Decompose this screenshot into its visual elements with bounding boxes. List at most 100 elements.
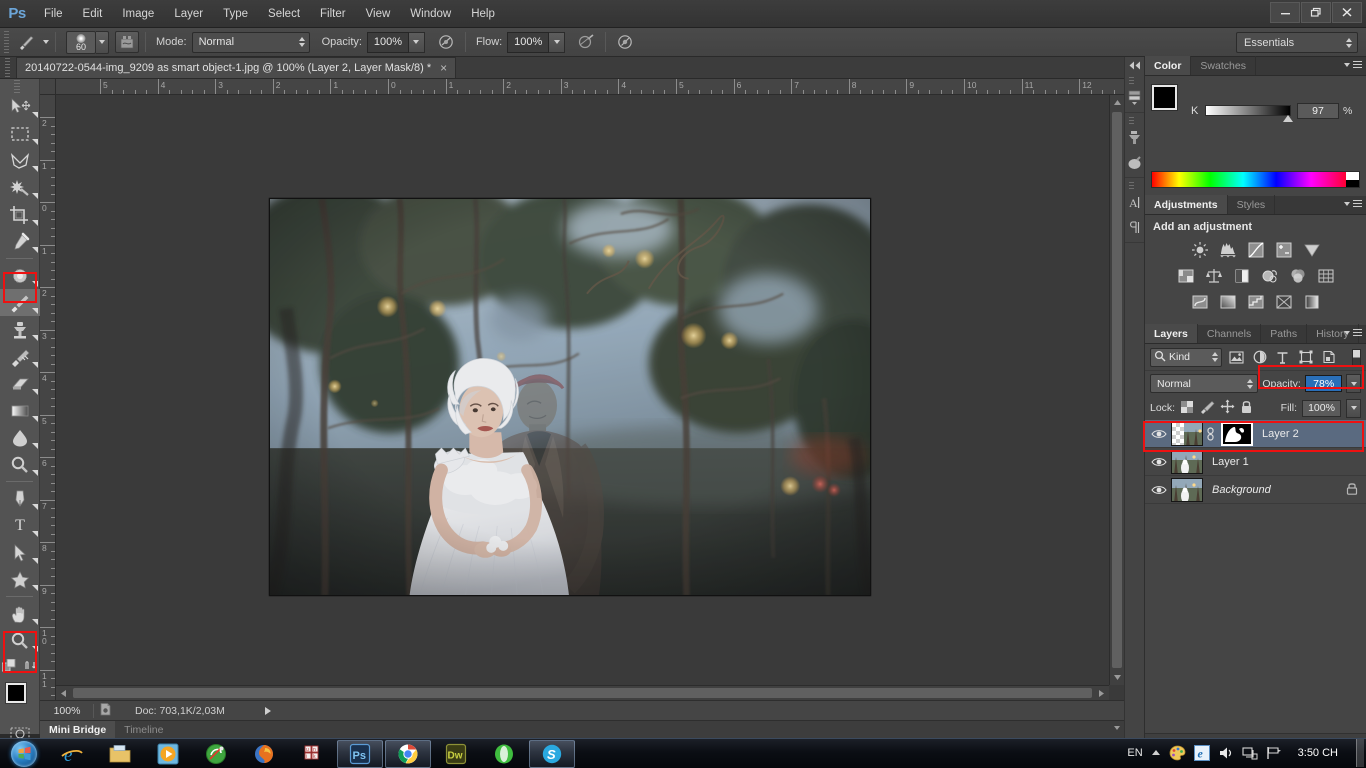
- table-row[interactable]: Layer 2: [1145, 420, 1366, 448]
- taskbar-windows-explorer[interactable]: [97, 740, 143, 768]
- foreground-color-swatch[interactable]: [6, 683, 26, 703]
- menu-file[interactable]: File: [34, 4, 73, 24]
- channel-mixer-icon[interactable]: [1287, 265, 1308, 286]
- dodge-tool[interactable]: [0, 451, 40, 478]
- gradient-tool[interactable]: [0, 397, 40, 424]
- layer-mask-link-icon[interactable]: [1205, 426, 1215, 441]
- layer-name[interactable]: Layer 1: [1212, 456, 1249, 468]
- spot-healing-tool[interactable]: [0, 262, 40, 289]
- language-indicator[interactable]: EN: [1127, 747, 1142, 759]
- palette-icon[interactable]: [1169, 745, 1186, 761]
- taskbar-unikey[interactable]: [193, 740, 239, 768]
- layer-visibility-icon[interactable]: [1147, 484, 1171, 496]
- bottom-panel-chevron-down-icon[interactable]: [1114, 726, 1120, 730]
- layer-name[interactable]: Background: [1212, 484, 1271, 496]
- workspace-select[interactable]: Essentials: [1236, 32, 1358, 53]
- crop-tool[interactable]: [0, 201, 40, 228]
- dock-grip[interactable]: [1125, 115, 1144, 125]
- dock-grip[interactable]: [1125, 180, 1144, 190]
- ie-tray-icon[interactable]: e: [1193, 745, 1210, 761]
- hue-saturation-icon[interactable]: [1175, 265, 1196, 286]
- taskbar-internet-explorer[interactable]: e: [49, 740, 95, 768]
- show-desktop-button[interactable]: [1356, 739, 1364, 767]
- menu-help[interactable]: Help: [461, 4, 505, 24]
- character-panel-icon[interactable]: A: [1125, 190, 1144, 215]
- action-center-icon[interactable]: [1266, 746, 1282, 760]
- layer-fill-chevron-down-icon[interactable]: [1346, 398, 1361, 418]
- pixel-filter-icon[interactable]: [1228, 348, 1245, 367]
- filter-toggle-icon[interactable]: [1352, 348, 1361, 366]
- paragraph-panel-icon[interactable]: [1125, 215, 1144, 240]
- menu-select[interactable]: Select: [258, 4, 310, 24]
- scroll-up-icon[interactable]: [1110, 95, 1125, 110]
- selective-color-icon[interactable]: [1301, 291, 1322, 312]
- menu-image[interactable]: Image: [112, 4, 164, 24]
- black-white-icon[interactable]: [1231, 265, 1252, 286]
- tab-swatches[interactable]: Swatches: [1191, 56, 1256, 75]
- type-tool[interactable]: T: [0, 512, 40, 539]
- horizontal-scroll-thumb[interactable]: [73, 688, 1092, 698]
- lock-all-icon[interactable]: [1240, 399, 1253, 417]
- color-lookup-icon[interactable]: [1315, 265, 1336, 286]
- table-row[interactable]: Background: [1145, 476, 1366, 504]
- quick-selection-tool[interactable]: [0, 174, 40, 201]
- exposure-icon[interactable]: [1273, 239, 1294, 260]
- brightness-contrast-icon[interactable]: [1189, 239, 1210, 260]
- brush-preset-picker-chevron-down-icon[interactable]: [96, 30, 109, 54]
- document-tab[interactable]: 20140722-0544-img_9209 as smart object-1…: [16, 57, 457, 78]
- layer-thumbnail[interactable]: [1171, 449, 1203, 474]
- dock-grip[interactable]: [1125, 75, 1144, 85]
- posterize-icon[interactable]: [1217, 291, 1238, 312]
- start-button[interactable]: [0, 739, 48, 768]
- color-panel-menu-icon[interactable]: [1344, 61, 1362, 68]
- minimize-button[interactable]: [1270, 2, 1300, 23]
- eyedropper-tool[interactable]: [0, 228, 40, 255]
- lock-image-icon[interactable]: [1199, 400, 1215, 417]
- layer-thumbnail[interactable]: [1171, 421, 1203, 446]
- options-bar-grip[interactable]: [2, 31, 10, 53]
- tab-channels[interactable]: Channels: [1198, 324, 1262, 343]
- clock[interactable]: 3:50 CH: [1290, 747, 1346, 759]
- clone-source-panel-icon[interactable]: [1125, 125, 1144, 150]
- brush-preset-chevron-down-icon[interactable]: [43, 40, 49, 44]
- adjustments-panel-menu-icon[interactable]: [1344, 200, 1362, 207]
- layer-filter-kind-select[interactable]: Kind: [1150, 347, 1222, 367]
- volume-icon[interactable]: [1218, 746, 1234, 760]
- flow-input[interactable]: 100%: [507, 31, 550, 53]
- lock-position-icon[interactable]: [1220, 399, 1235, 417]
- layer-visibility-icon[interactable]: [1147, 428, 1171, 440]
- k-channel-input[interactable]: 97: [1297, 103, 1339, 119]
- smart-object-filter-icon[interactable]: [1320, 348, 1337, 367]
- taskbar-opera[interactable]: [481, 740, 527, 768]
- black-white-strip[interactable]: [1346, 172, 1359, 187]
- flow-chevron-down-icon[interactable]: [549, 31, 566, 53]
- photo-filter-icon[interactable]: [1259, 265, 1280, 286]
- status-options-arrow-icon[interactable]: [264, 706, 271, 715]
- vertical-ruler[interactable]: 21012345678910111213: [40, 95, 56, 700]
- menu-window[interactable]: Window: [400, 4, 461, 24]
- layer-mask-thumbnail[interactable]: [1221, 421, 1253, 446]
- vibrance-icon[interactable]: [1301, 239, 1322, 260]
- layer-blend-mode-select[interactable]: Normal: [1150, 374, 1259, 393]
- pressure-opacity-icon[interactable]: [433, 31, 459, 53]
- tab-color[interactable]: Color: [1145, 56, 1192, 75]
- history-panel-icon[interactable]: [1125, 85, 1144, 110]
- document-info-icon[interactable]: [98, 702, 113, 720]
- threshold-icon[interactable]: [1245, 291, 1266, 312]
- move-tool[interactable]: [0, 93, 40, 120]
- layer-fill-input[interactable]: 100%: [1302, 399, 1341, 417]
- gradient-map-icon[interactable]: [1273, 291, 1294, 312]
- canvas-area[interactable]: [57, 96, 1109, 685]
- blend-mode-select[interactable]: Normal: [191, 31, 310, 53]
- menu-edit[interactable]: Edit: [73, 4, 113, 24]
- shape-filter-icon[interactable]: [1297, 348, 1314, 367]
- close-button[interactable]: [1332, 2, 1362, 23]
- layer-visibility-icon[interactable]: [1147, 456, 1171, 468]
- clone-stamp-tool[interactable]: [0, 316, 40, 343]
- show-hidden-icons-icon[interactable]: [1151, 749, 1161, 757]
- lock-transparency-icon[interactable]: [1180, 400, 1194, 417]
- brush-presets-panel-icon[interactable]: [1125, 150, 1144, 175]
- default-colors-icon[interactable]: [1, 658, 16, 676]
- invert-icon[interactable]: [1189, 291, 1210, 312]
- brush-panel-toggle-button[interactable]: [115, 31, 139, 53]
